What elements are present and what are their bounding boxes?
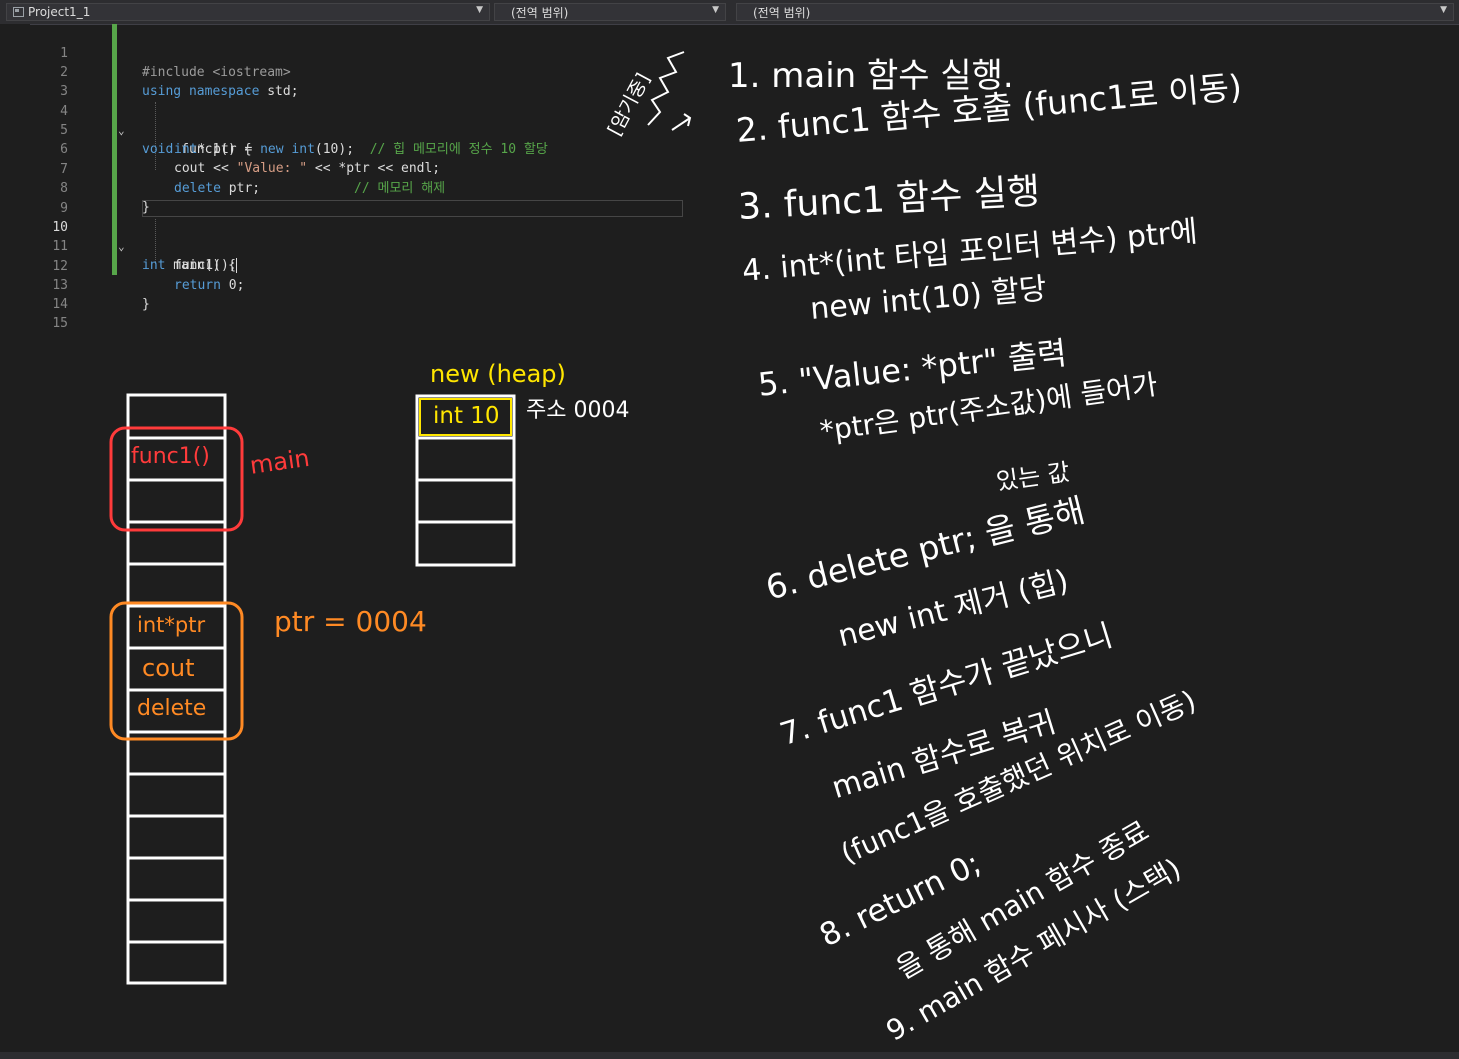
stack-item-ptr: int*ptr [137, 613, 206, 637]
heap-item-label: int 10 [433, 403, 500, 429]
code-line-2: 2 using namespace std; [30, 44, 683, 99]
scope-label-1: (전역 범위) [511, 5, 569, 20]
scope-dropdown-1[interactable]: (전역 범위) ▼ [494, 3, 726, 21]
scope-label-2: (전역 범위) [753, 5, 811, 20]
code-line-5: 5 int* ptr = new int(10); // 힙 메모리에 정수 1… [30, 102, 683, 157]
stack-func1-call-label: func1() [131, 444, 210, 469]
left-margin [0, 24, 30, 1054]
code-line-14: 14 [30, 276, 683, 312]
code-line-13: 13 } [30, 257, 683, 312]
stack-item-delete: delete [137, 696, 207, 721]
chevron-down-icon: ▼ [712, 5, 719, 15]
heap-address-label: 주소 0004 [526, 398, 630, 423]
ptr-value-label: ptr = 0004 [274, 605, 427, 638]
line-number: 15 [52, 316, 68, 331]
main-frame-label: main [248, 443, 312, 480]
code-line-1: 1 #include <iostream> [30, 25, 683, 80]
heap-title: new (heap) [430, 360, 566, 388]
code-line-12: 12 return 0; [30, 238, 683, 293]
stack-column [126, 393, 227, 985]
code-line-8: 8 } [30, 160, 683, 215]
code-line-3: 3 [30, 63, 683, 99]
code-line-4: 4 ⌄ void func1() { [30, 83, 683, 157]
chevron-down-icon: ▼ [476, 5, 483, 15]
project-icon [13, 7, 24, 17]
code-line-9: 9 [30, 180, 683, 216]
code-line-10: 10 ⌄ int main() { [30, 199, 683, 273]
stack-item-cout: cout [142, 654, 195, 682]
code-editor[interactable]: 1 #include <iostream> 2 using namespace … [30, 24, 683, 331]
code-line-7: 7 delete ptr; // 메모리 해제 [30, 141, 683, 196]
project-dropdown[interactable]: Project1_1 ▼ [6, 3, 490, 21]
note-step-3: 3. func1 함수 실행 [737, 171, 1042, 228]
code-line-15: 15 [30, 295, 683, 331]
code-line-11: 11 func1(); [30, 218, 683, 273]
chevron-down-icon: ▼ [1440, 5, 1447, 15]
status-bar [0, 1052, 1459, 1059]
scope-dropdown-2[interactable]: (전역 범위) ▼ [736, 3, 1454, 21]
project-name: Project1_1 [28, 5, 91, 19]
code-line-6: 6 cout << "Value: " << *ptr << endl; [30, 121, 683, 176]
navigation-bar: Project1_1 ▼ (전역 범위) ▼ (전역 범위) ▼ [0, 0, 1459, 25]
